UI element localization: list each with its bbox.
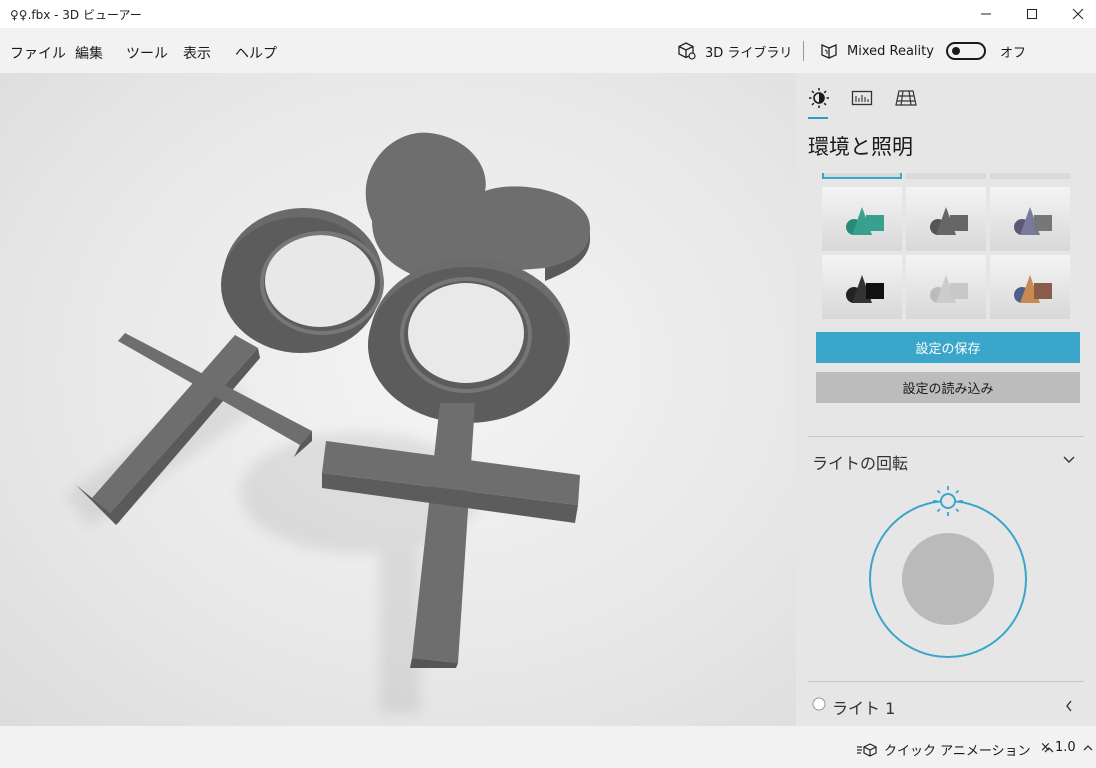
menu-help[interactable]: ヘルプ [235,43,277,63]
panel-title: 環境と照明 [808,135,913,159]
stats-icon [851,90,873,106]
preset-preview [846,275,884,303]
light-rotation-title: ライトの回転 [812,454,909,473]
tab-environment[interactable] [808,87,830,109]
preset-preview [1014,207,1052,235]
preset-item[interactable] [906,187,986,251]
cube-library-icon [678,42,696,60]
tab-grid[interactable] [895,87,917,109]
tab-stats[interactable] [851,87,873,109]
quick-animation-button[interactable]: クイック アニメーション [856,740,1055,759]
maximize-icon [1027,9,1037,19]
3d-viewport[interactable] [0,73,796,726]
sun-half-icon [809,88,829,108]
minimize-icon [981,13,991,15]
chevron-down-icon[interactable] [1062,455,1076,465]
close-icon [1072,8,1084,20]
menu-edit[interactable]: 編集 [75,43,103,63]
section-divider [808,436,1084,437]
preset-item[interactable] [990,173,1070,179]
preset-preview [846,207,884,235]
toggle-knob [951,47,960,55]
active-tab-indicator [808,117,828,119]
preset-item[interactable] [990,187,1070,251]
minimize-button[interactable] [963,0,1009,28]
menu-view[interactable]: 表示 [183,43,211,63]
3d-library-button[interactable]: 3D ライブラリ [677,40,792,62]
preset-item[interactable] [906,173,986,179]
toolbar-divider [803,41,804,61]
3d-model [66,132,590,713]
mixed-reality-state: オフ [999,45,1026,61]
mixed-reality-icon [821,44,837,59]
chevron-left-icon[interactable] [1064,699,1074,713]
animation-icon [857,742,877,757]
speed-label: × 1.0 [1040,740,1076,755]
title-bar: ♀♀.fbx - 3D ビューアー [0,0,1096,28]
settings-panel: 環境と照明 設定の保存 設定の読み込み ライトの回転 ライト 1 [796,73,1096,726]
light-1-label: ライト 1 [832,699,896,718]
close-button[interactable] [1055,0,1096,28]
preset-preview [1014,275,1052,303]
environment-presets [822,173,1070,321]
preset-preview [930,275,968,303]
3d-library-label: 3D ライブラリ [705,45,793,61]
quick-animation-label: クイック アニメーション [884,744,1031,759]
window-title: ♀♀.fbx - 3D ビューアー [10,8,142,22]
menu-tools[interactable]: ツール [126,43,168,63]
preset-preview [930,207,968,235]
menu-file[interactable]: ファイル [10,43,66,63]
preset-selected[interactable] [822,173,902,179]
preset-item[interactable] [822,255,902,319]
load-settings-button[interactable]: 設定の読み込み [816,372,1080,403]
light-rotation-dial[interactable] [866,483,1030,663]
preset-item[interactable] [906,255,986,319]
light-radio[interactable] [812,697,826,711]
preset-item[interactable] [990,255,1070,319]
speed-selector[interactable]: × 1.0 [1040,740,1094,755]
maximize-button[interactable] [1009,0,1055,28]
mixed-reality-label: Mixed Reality [847,43,934,59]
preset-item[interactable] [822,187,902,251]
chevron-up-icon [1083,744,1093,750]
grid-icon [895,90,917,106]
mixed-reality-toggle[interactable] [945,42,986,60]
section-divider [808,681,1084,682]
save-settings-button[interactable]: 設定の保存 [816,332,1080,363]
mixed-reality-control[interactable]: Mixed Reality オフ [819,40,1026,62]
